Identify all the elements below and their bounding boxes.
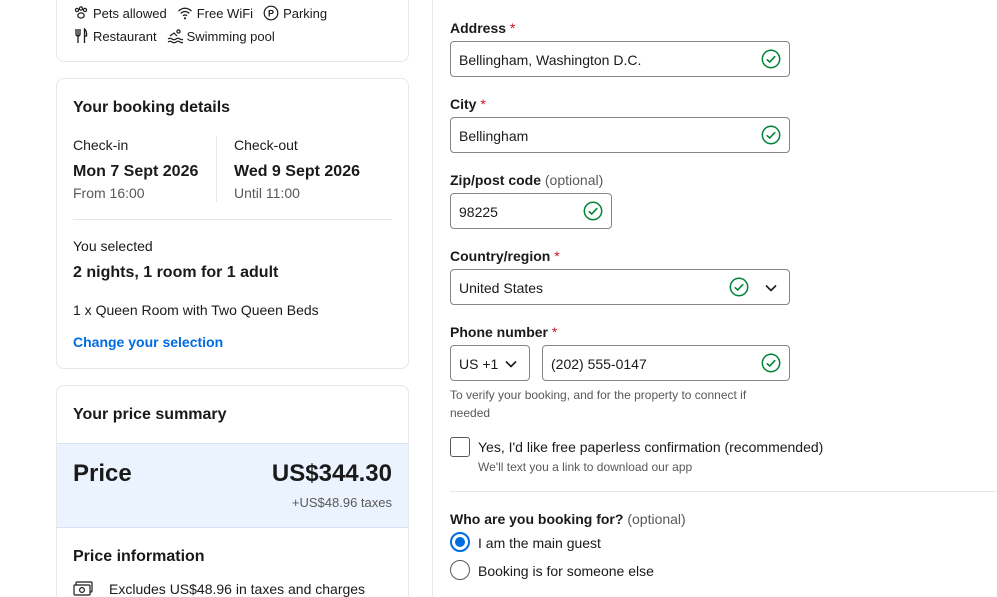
price-excludes-text: Excludes US$48.96 in taxes and charges [109,581,366,597]
zip-input-value: 98225 [459,204,498,220]
selected-summary: 2 nights, 1 room for 1 adult [73,264,279,281]
country-label: Country/region * [450,248,560,264]
paperless-confirmation-checkbox[interactable] [450,437,470,457]
booking-divider [73,219,392,220]
booking-details-title: Your booking details [73,99,231,116]
amenity-pets: Pets allowed [73,5,167,21]
city-label: City * [450,96,486,112]
country-label-text: Country/region [450,248,551,264]
chevron-down-icon [765,284,777,292]
paperless-confirmation-label[interactable]: Yes, I'd like free paperless confirmatio… [478,439,823,455]
valid-check-icon [761,49,781,69]
amenity-label: Pets allowed [93,5,167,21]
amenities-row: Pets allowed Free WiFi P Parking [73,5,337,21]
checkin-date: Mon 7 Sept 2026 [73,163,199,180]
checkin-label: Check-in [73,137,129,153]
country-select-value: United States [459,280,544,296]
amenity-label: Parking [283,5,328,21]
phone-country-code-select[interactable]: US +1 [450,345,530,381]
amenity-label: Free WiFi [196,5,254,21]
phone-helper-text: To verify your booking, and for the prop… [450,388,747,420]
amenity-parking: P Parking [263,5,327,21]
checkout-label: Check-out [234,137,298,153]
phone-label-text: Phone number [450,324,549,340]
address-input[interactable]: Bellingham, Washington D.C. [450,41,790,77]
zip-input[interactable]: 98225 [450,193,612,229]
checkout-time: Until 11:00 [234,185,300,201]
checkin-time: From 16:00 [73,185,145,201]
optional-marker: (optional) [544,172,604,188]
price-taxes: +US$48.96 taxes [291,495,392,510]
amenity-pool: Swimming pool [167,28,275,44]
booking-details-card: Your booking details Check-in Mon 7 Sept… [56,78,409,369]
address-input-value: Bellingham, Washington D.C. [459,52,642,68]
price-information-title: Price information [73,548,205,565]
price-info-row: Excludes US$48.96 in taxes and charges [73,581,365,597]
column-divider [432,0,433,597]
radio-someone-else-label[interactable]: Booking is for someone else [478,563,654,579]
change-selection-link[interactable]: Change your selection [73,334,223,350]
wifi-icon [177,7,192,20]
selected-label: You selected [73,238,153,254]
restaurant-icon [75,28,88,43]
amenities-card: Pets allowed Free WiFi P Parking Restaur… [56,0,409,62]
money-icon [73,581,93,596]
phone-country-code-value: US +1 [459,356,499,372]
phone-label: Phone number * [450,324,557,340]
price-band: Price US$344.30 +US$48.96 taxes [57,443,408,528]
address-label-text: Address [450,20,507,36]
parking-icon: P [263,5,279,21]
swimming-pool-icon [167,29,183,44]
radio-main-guest-label[interactable]: I am the main guest [478,535,601,551]
price-label: Price [73,460,132,487]
valid-check-icon [583,201,603,221]
booking-for-label: Who are you booking for? (optional) [450,511,686,527]
required-marker: * [509,20,516,36]
booking-for-label-text: Who are you booking for? [450,511,624,527]
price-summary-card: Your price summary Price US$344.30 +US$4… [56,385,409,597]
price-amount: US$344.30 [271,460,392,487]
phone-number-value: (202) 555-0147 [551,356,647,372]
optional-marker: (optional) [627,511,686,527]
checkout-date: Wed 9 Sept 2026 [234,163,360,180]
required-marker: * [551,324,558,340]
paw-icon [74,6,88,19]
room-description: 1 x Queen Room with Two Queen Beds [73,302,319,318]
zip-label-text: Zip/post code [450,172,541,188]
amenity-wifi: Free WiFi [177,5,253,21]
valid-check-icon [761,353,781,373]
paperless-confirmation-subtext: We'll text you a link to download our ap… [478,460,693,474]
amenity-restaurant: Restaurant [73,28,157,44]
amenities-row: Restaurant Swimming pool [73,28,285,44]
amenity-label: Swimming pool [186,28,275,44]
phone-number-input[interactable]: (202) 555-0147 [542,345,790,381]
form-divider [450,491,997,492]
price-summary-title: Your price summary [73,406,227,423]
radio-main-guest[interactable] [450,532,470,552]
valid-check-icon [729,277,749,297]
zip-label: Zip/post code (optional) [450,172,603,188]
chevron-down-icon [505,360,517,368]
city-label-text: City [450,96,477,112]
required-marker: * [554,248,560,264]
address-label: Address * [450,20,515,36]
svg-text:P: P [268,8,274,18]
city-input-value: Bellingham [459,128,529,144]
checkin-checkout-divider [216,136,217,202]
city-input[interactable]: Bellingham [450,117,790,153]
radio-someone-else[interactable] [450,560,470,580]
country-select[interactable]: United States [450,269,790,305]
valid-check-icon [761,125,781,145]
required-marker: * [480,96,486,112]
amenity-label: Restaurant [93,28,157,44]
